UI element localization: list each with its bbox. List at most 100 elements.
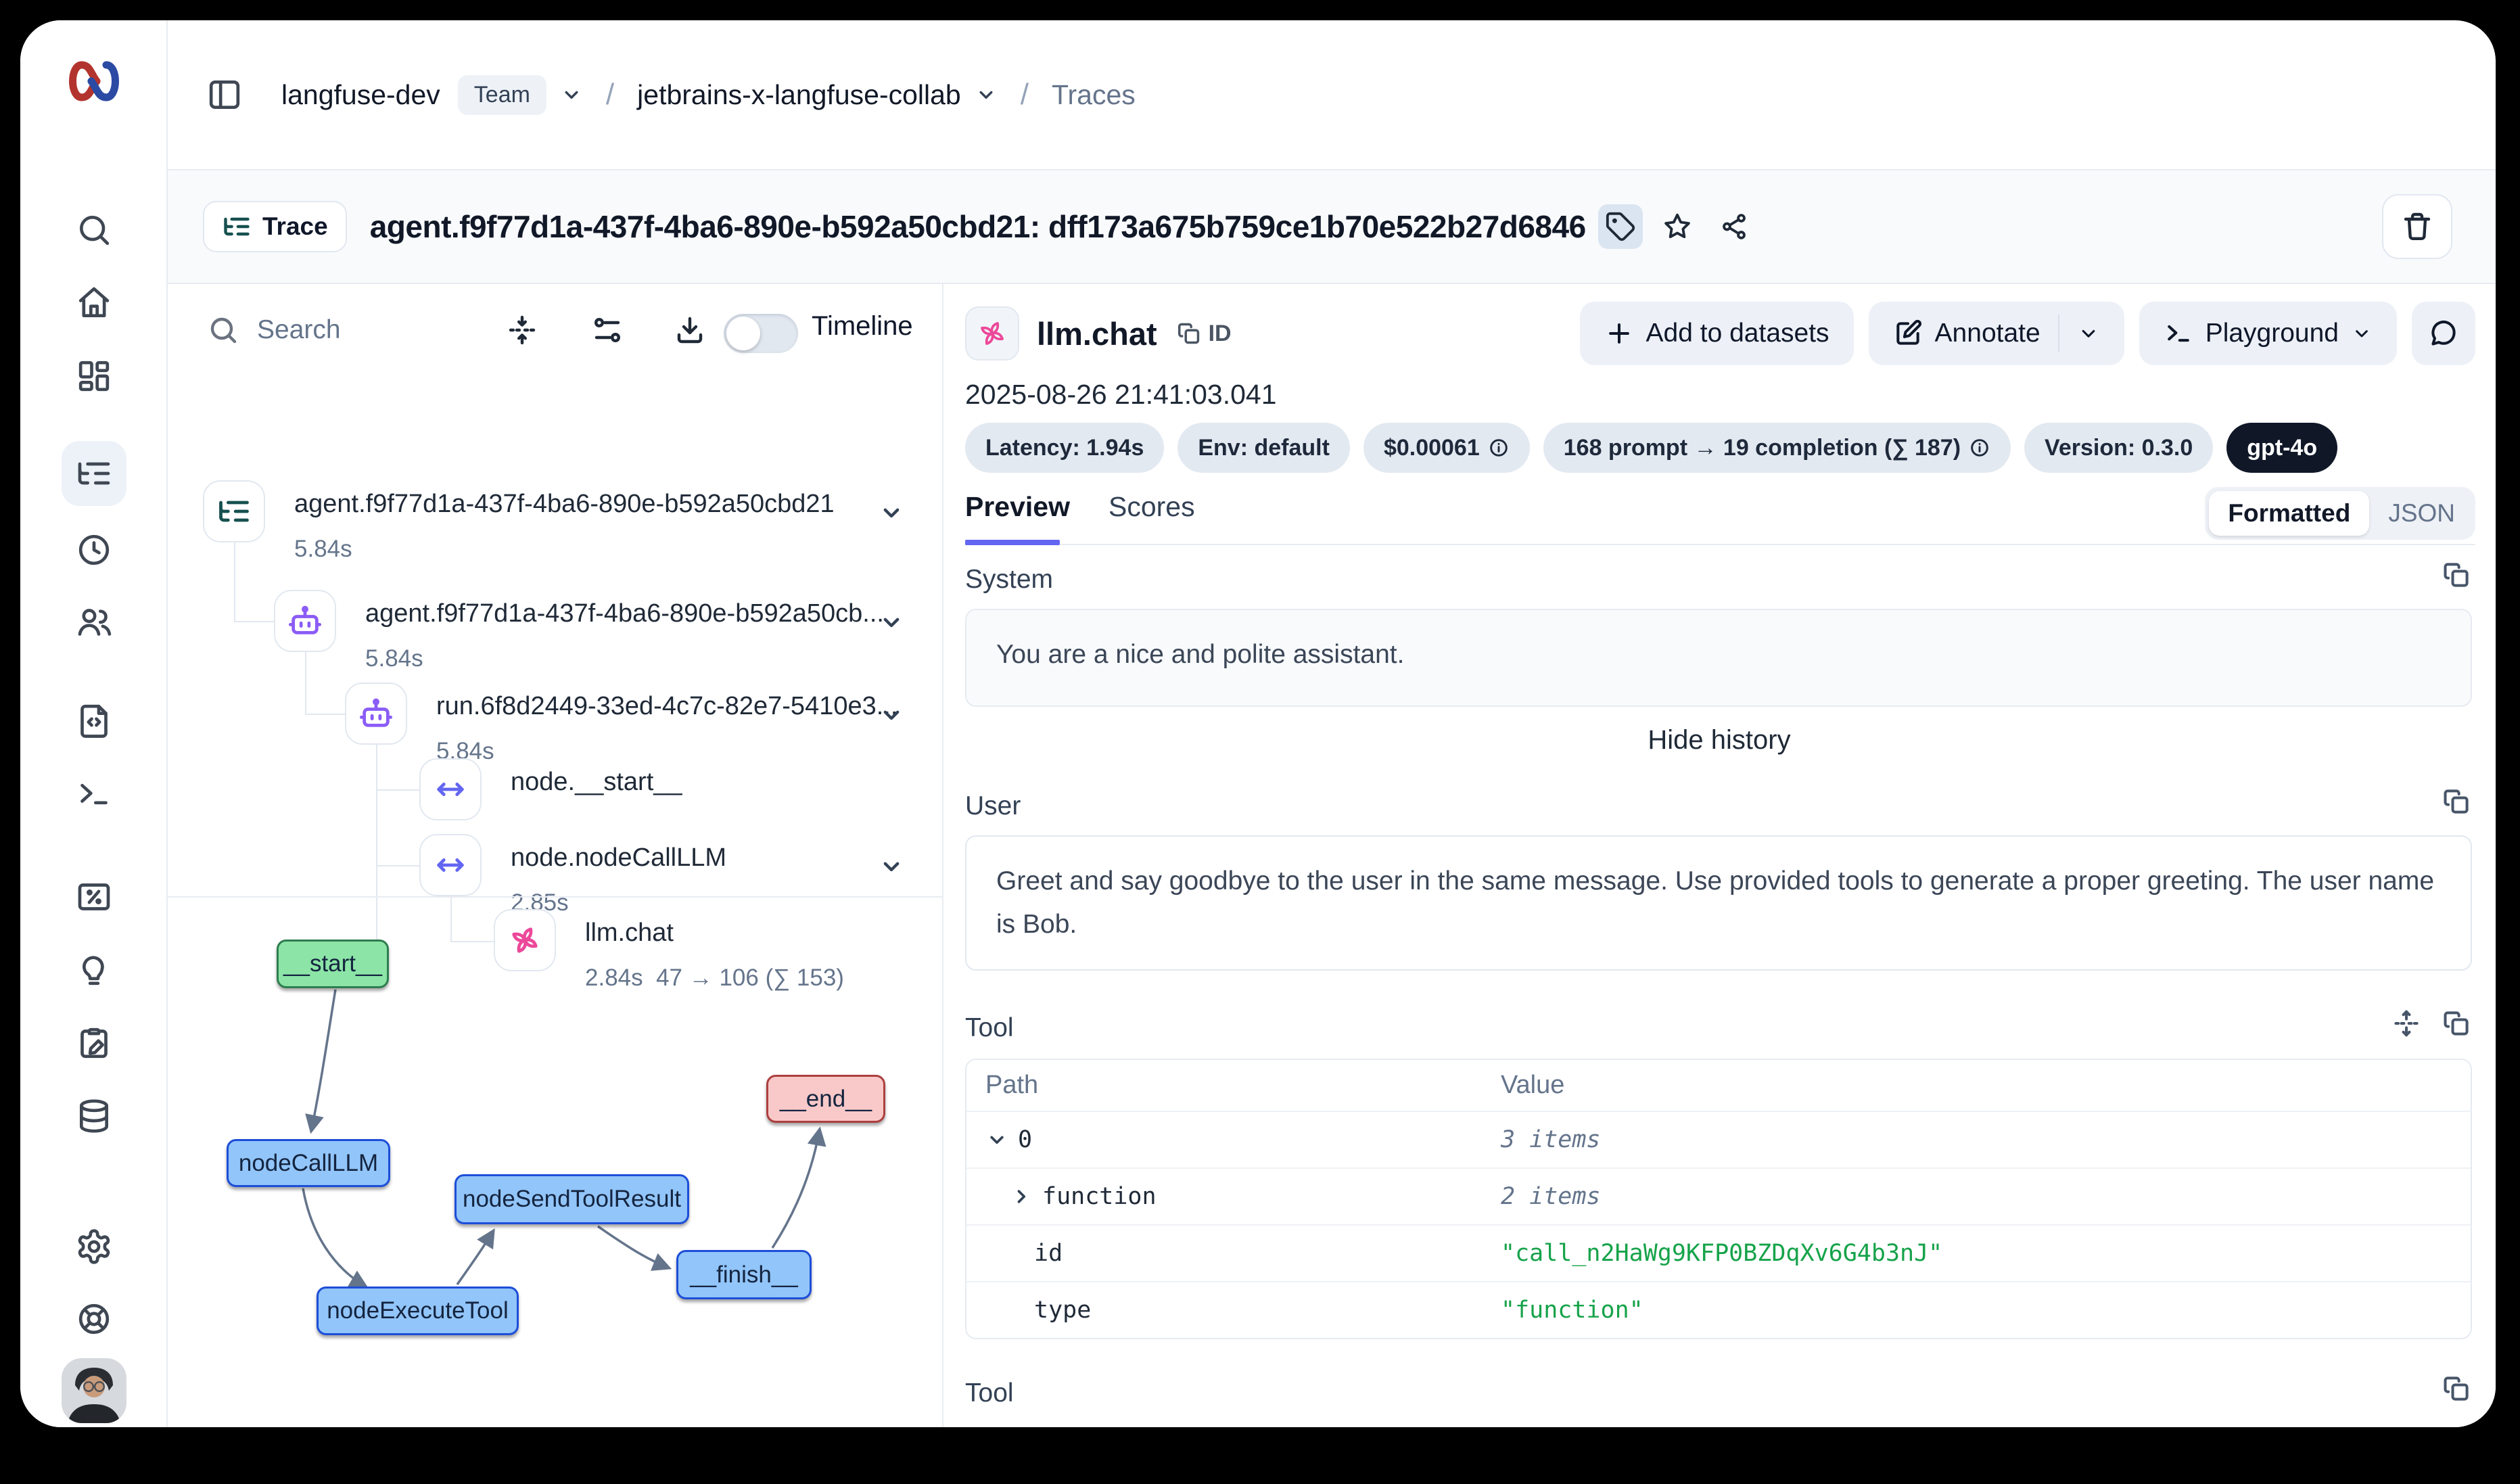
- copy-icon[interactable]: [2442, 1374, 2471, 1404]
- json-key: 0: [1018, 1126, 1032, 1153]
- detail-tabs: Preview Scores Formatted JSON: [965, 487, 2475, 545]
- tool-table-row-0[interactable]: 0 3 items: [966, 1111, 2471, 1167]
- copy-icon: [1176, 321, 1202, 346]
- user-avatar[interactable]: [62, 1358, 126, 1423]
- sidebar-item-scores[interactable]: [62, 864, 126, 929]
- sidebar-item-users[interactable]: [62, 590, 126, 655]
- share-button[interactable]: [1712, 204, 1756, 249]
- fold-vertical-icon[interactable]: [506, 314, 538, 346]
- view-settings-icon[interactable]: [591, 314, 624, 346]
- breadcrumb-org[interactable]: jetbrains-x-langfuse-collab: [637, 79, 961, 111]
- observation-detail-panel: llm.chat ID Add to datasets Annotate: [945, 284, 2496, 1427]
- sidebar-item-prompts[interactable]: [62, 937, 126, 1002]
- system-label: System: [965, 565, 1053, 595]
- delete-trace-button[interactable]: [2382, 194, 2452, 259]
- chevron-down-icon[interactable]: [878, 701, 905, 728]
- sidebar-item-search[interactable]: [62, 198, 126, 262]
- sidebar-item-playground[interactable]: [62, 762, 126, 827]
- playground-button[interactable]: Playground: [2139, 302, 2397, 365]
- download-icon[interactable]: [674, 314, 706, 346]
- tree-connector: [376, 789, 419, 791]
- sidebar-item-code[interactable]: [62, 687, 126, 752]
- add-to-datasets-button[interactable]: Add to datasets: [1580, 302, 1854, 365]
- badge-label: $0.00061: [1384, 435, 1480, 461]
- sidebar-item-annotations[interactable]: [62, 1011, 126, 1075]
- format-json[interactable]: JSON: [2372, 491, 2471, 536]
- tab-preview[interactable]: Preview: [965, 491, 1070, 523]
- sidebar-item-dashboard[interactable]: [62, 344, 126, 409]
- left-rail: [20, 20, 168, 1427]
- sidebar-item-home[interactable]: [62, 271, 126, 335]
- graph-node-end[interactable]: __end__: [766, 1075, 885, 1123]
- format-formatted[interactable]: Formatted: [2209, 491, 2369, 536]
- hide-history-button[interactable]: Hide history: [945, 725, 2494, 756]
- tool-table-row-function[interactable]: function2 items: [966, 1167, 2471, 1224]
- sidebar-item-settings[interactable]: [62, 1214, 126, 1279]
- graph-node-nodeCallLLM[interactable]: nodeCallLLM: [227, 1139, 390, 1187]
- tree-connector: [305, 714, 345, 715]
- timeline-toggle[interactable]: [724, 314, 798, 353]
- span-type-icon: [419, 758, 482, 820]
- team-badge: Team: [458, 75, 546, 115]
- chevron-down-icon[interactable]: [975, 83, 998, 106]
- dashboard-icon: [75, 357, 113, 395]
- chevron-down-icon[interactable]: [985, 1128, 1008, 1151]
- tag-button[interactable]: [1598, 204, 1643, 249]
- tool-label: Tool: [965, 1013, 1014, 1043]
- tool-table-row-type[interactable]: type"function": [966, 1281, 2471, 1338]
- comment-button[interactable]: [2412, 302, 2475, 365]
- sidebar-item-tracing[interactable]: [62, 441, 126, 506]
- sidebar-item-datasets[interactable]: [62, 1084, 126, 1149]
- breadcrumb-separator: /: [1021, 78, 1029, 112]
- graph-node-nodeSendToolResult[interactable]: nodeSendToolResult: [454, 1174, 689, 1224]
- sidebar-item-support[interactable]: [62, 1286, 126, 1351]
- chevron-down-icon[interactable]: [878, 609, 905, 636]
- graph-node-finish[interactable]: __finish__: [676, 1250, 812, 1299]
- favorite-button[interactable]: [1655, 204, 1700, 249]
- chevron-right-icon[interactable]: [1010, 1185, 1033, 1208]
- sidebar-item-sessions[interactable]: [62, 517, 126, 582]
- graph-node-start[interactable]: __start__: [277, 940, 389, 988]
- chevron-down-icon[interactable]: [2077, 322, 2100, 345]
- annotate-button[interactable]: Annotate: [1869, 302, 2124, 365]
- badge-label: 168 prompt → 19 completion (∑ 187): [1564, 435, 1961, 461]
- trace-type-badge: Trace: [203, 201, 347, 252]
- graph-node-nodeExecuteTool[interactable]: nodeExecuteTool: [317, 1286, 519, 1335]
- tree-search-input[interactable]: Search: [257, 315, 341, 345]
- span-type-icon: [419, 834, 482, 896]
- tool2-label: Tool: [965, 1378, 1014, 1408]
- chevron-down-icon[interactable]: [878, 499, 905, 526]
- badge-latency: Latency: 1.94s: [965, 423, 1164, 473]
- panel-toggle-icon[interactable]: [206, 76, 243, 114]
- tree-item-duration: 5.84s: [294, 536, 352, 563]
- info-icon[interactable]: [1488, 437, 1510, 459]
- copy-icon[interactable]: [2442, 787, 2471, 816]
- tab-scores[interactable]: Scores: [1109, 491, 1195, 523]
- user-label: User: [965, 791, 1021, 821]
- button-divider: [2058, 315, 2059, 352]
- top-bar: langfuse-dev Team / jetbrains-x-langfuse…: [168, 20, 2496, 170]
- unfold-vertical-icon[interactable]: [2391, 1008, 2421, 1038]
- info-icon[interactable]: [1969, 437, 1990, 459]
- chevron-down-icon[interactable]: [878, 853, 905, 880]
- comment-icon: [2429, 319, 2458, 348]
- tree-connector: [234, 542, 235, 621]
- tree-connector: [305, 652, 306, 714]
- copy-icon[interactable]: [2442, 560, 2471, 590]
- tool-table-row-id[interactable]: id"call_n2HaWg9KFP0BZDqXv6G4b3nJ": [966, 1224, 2471, 1281]
- search-icon: [207, 314, 239, 346]
- active-tab-underline: [965, 540, 1060, 545]
- json-key: id: [1034, 1240, 1063, 1267]
- prompts-icon: [75, 951, 113, 989]
- breadcrumb-project[interactable]: langfuse-dev: [281, 79, 440, 111]
- edit-square-icon: [1893, 319, 1923, 348]
- tree-item-label: agent.f9f77d1a-437f-4ba6-890e-b592a50cbd…: [294, 490, 835, 519]
- chevron-down-icon[interactable]: [560, 83, 583, 106]
- generation-pinwheel-icon: [976, 317, 1008, 350]
- badge--0-00061: $0.00061: [1363, 423, 1530, 473]
- copy-id-button[interactable]: ID: [1176, 321, 1232, 347]
- breadcrumb-page[interactable]: Traces: [1052, 79, 1136, 111]
- json-value: 3 items: [1501, 1126, 2471, 1153]
- copy-icon[interactable]: [2442, 1008, 2471, 1038]
- toggle-knob: [726, 317, 760, 350]
